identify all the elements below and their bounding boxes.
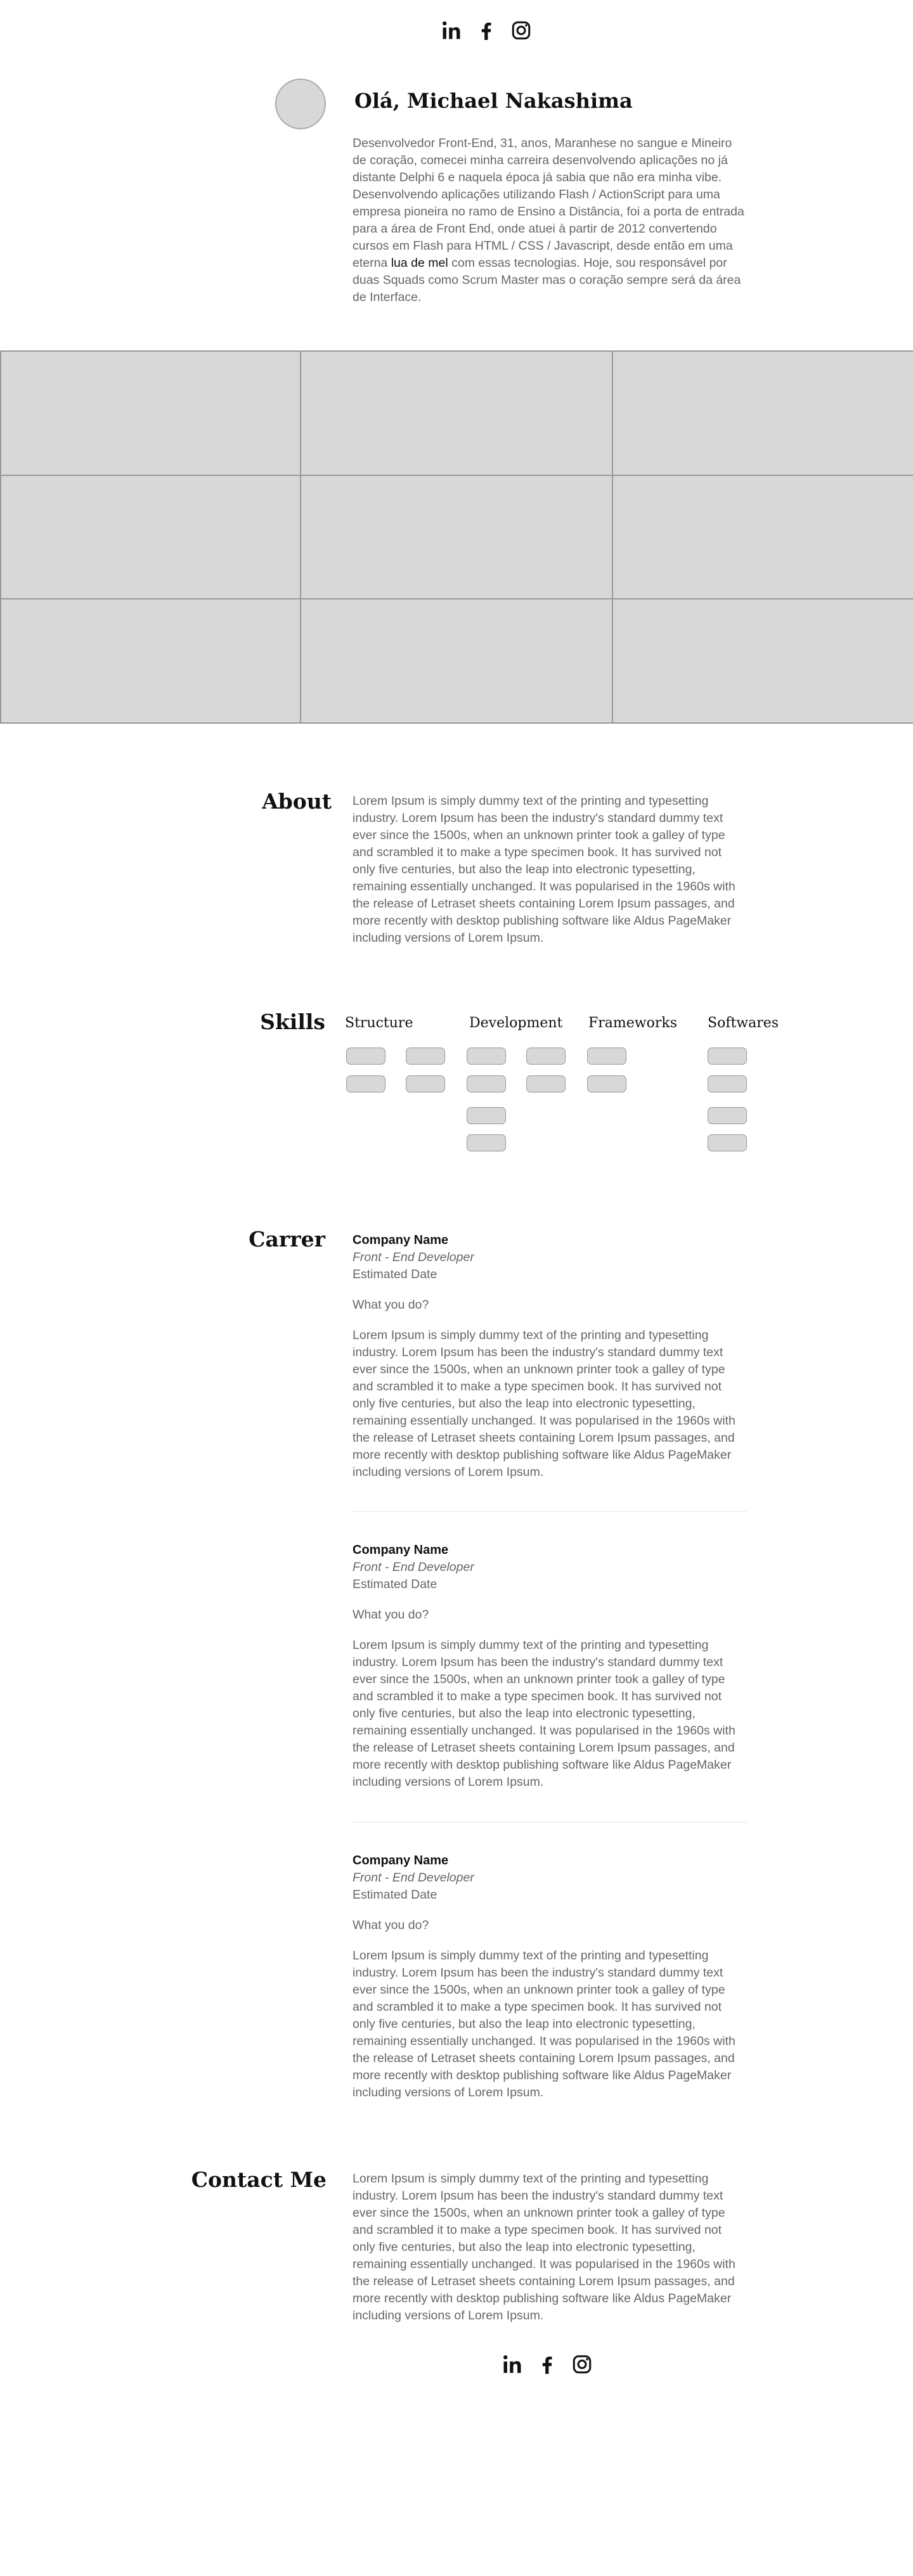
- gallery-image: [301, 599, 612, 723]
- gallery-image: [1, 475, 301, 599]
- gallery-image: [301, 475, 612, 599]
- avatar: [275, 79, 326, 129]
- job-description: Lorem Ipsum is simply dummy text of the …: [353, 1328, 735, 1479]
- linkedin-icon: [443, 21, 460, 39]
- skill-pill: [708, 1075, 747, 1093]
- header-social-links: [440, 19, 533, 42]
- gallery-image: [612, 599, 913, 723]
- company-name: Company Name: [353, 1854, 449, 1868]
- contact-title: Contact Me: [191, 2167, 327, 2192]
- skill-column-frameworks: Frameworks: [588, 1015, 677, 1031]
- skill-column-structure: Structure: [345, 1015, 413, 1031]
- bio-highlight: lua de mel: [391, 256, 448, 270]
- linkedin-link[interactable]: [440, 19, 463, 42]
- instagram-icon: [512, 21, 531, 40]
- skill-pill: [467, 1107, 506, 1124]
- job-entry: Company Name Front - End Developer Estim…: [353, 1852, 747, 2101]
- instagram-link[interactable]: [510, 19, 533, 42]
- instagram-icon: [573, 2355, 592, 2374]
- job-description: Lorem Ipsum is simply dummy text of the …: [353, 1638, 735, 1789]
- photo-gallery: [0, 350, 913, 724]
- facebook-link[interactable]: [536, 2353, 559, 2376]
- skill-column-development: Development: [469, 1015, 563, 1031]
- facebook-icon: [481, 22, 491, 40]
- skill-column-softwares: Softwares: [708, 1015, 779, 1031]
- about-title: About: [262, 789, 332, 814]
- skills-title: Skills: [260, 1009, 325, 1034]
- linkedin-link[interactable]: [501, 2353, 524, 2376]
- skill-pill: [406, 1075, 445, 1093]
- job-date: Estimated Date: [353, 1267, 437, 1281]
- linkedin-icon: [503, 2355, 521, 2373]
- job-question: What you do?: [353, 1298, 429, 1312]
- job-date: Estimated Date: [353, 1888, 437, 1902]
- facebook-link[interactable]: [475, 19, 498, 42]
- job-role: Front - End Developer: [353, 1560, 474, 1574]
- footer-social-links: [501, 2353, 593, 2376]
- skill-pill: [708, 1048, 747, 1065]
- job-entry: Company Name Front - End Developer Estim…: [353, 1232, 747, 1481]
- skill-pill: [587, 1048, 626, 1065]
- job-role: Front - End Developer: [353, 1250, 474, 1264]
- bio-text-start: Desenvolvedor Front-End, 31, anos, Maran…: [353, 136, 744, 270]
- company-name: Company Name: [353, 1233, 449, 1247]
- skill-pill: [467, 1134, 506, 1151]
- gallery-image: [612, 351, 913, 475]
- gallery-image: [1, 599, 301, 723]
- instagram-link[interactable]: [571, 2353, 593, 2376]
- job-divider: [353, 1511, 747, 1512]
- skill-pill: [708, 1107, 747, 1124]
- skill-pill: [467, 1075, 506, 1093]
- skill-pill: [587, 1075, 626, 1093]
- skill-pill: [346, 1048, 385, 1065]
- skill-pill: [346, 1075, 385, 1093]
- job-description: Lorem Ipsum is simply dummy text of the …: [353, 1949, 735, 2099]
- skill-pill: [526, 1048, 566, 1065]
- job-question: What you do?: [353, 1918, 429, 1932]
- gallery-image: [1, 351, 301, 475]
- contact-text: Lorem Ipsum is simply dummy text of the …: [353, 2172, 735, 2323]
- skill-pill: [526, 1075, 566, 1093]
- job-date: Estimated Date: [353, 1577, 437, 1591]
- skill-pill: [467, 1048, 506, 1065]
- bio-text: Desenvolvedor Front-End, 31, anos, Maran…: [353, 135, 747, 306]
- skill-pill: [708, 1134, 747, 1151]
- facebook-icon: [542, 2356, 552, 2374]
- career-title: Carrer: [249, 1227, 325, 1252]
- about-text: Lorem Ipsum is simply dummy text of the …: [353, 794, 735, 945]
- company-name: Company Name: [353, 1543, 449, 1557]
- greeting-title: Olá, Michael Nakashima: [354, 89, 633, 113]
- gallery-image: [301, 351, 612, 475]
- skill-pill: [406, 1048, 445, 1065]
- job-role: Front - End Developer: [353, 1871, 474, 1885]
- job-question: What you do?: [353, 1608, 429, 1622]
- gallery-image: [612, 475, 913, 599]
- job-divider: [353, 1822, 747, 1823]
- job-entry: Company Name Front - End Developer Estim…: [353, 1542, 747, 1791]
